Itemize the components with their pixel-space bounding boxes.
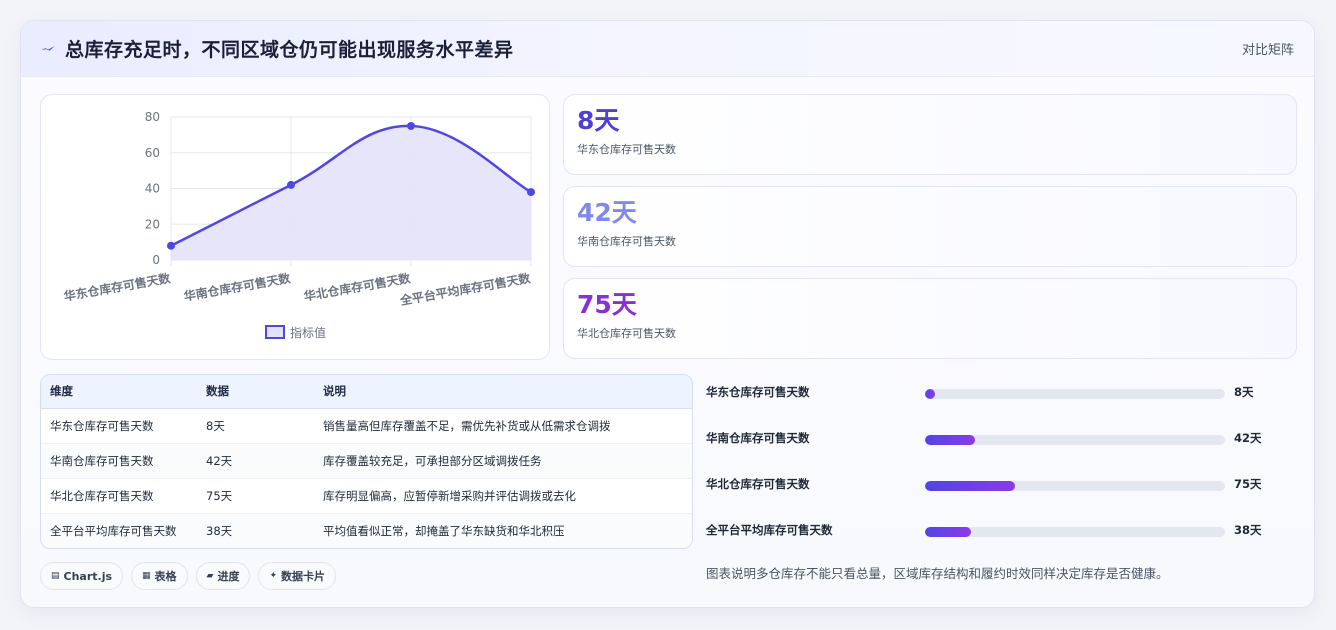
table-cell: 销售量高但库存覆盖不足，需优先补货或从低需求仓调拨 bbox=[314, 408, 692, 444]
progress-fill bbox=[925, 481, 1015, 491]
table-cell: 华东仓库存可售天数 bbox=[41, 408, 197, 444]
progress-bars: 华东仓库存可售天数 8天 华南仓库存可售天数 42天 华北仓库存可售天数 75天… bbox=[706, 380, 1286, 564]
stat-value: 42天 bbox=[577, 198, 637, 227]
y-tick-label: 0 bbox=[152, 253, 160, 267]
sparkle-icon: ✦ bbox=[269, 571, 278, 581]
column-header: 数据 bbox=[197, 375, 314, 409]
tag-table[interactable]: ▦ 表格 bbox=[131, 562, 188, 590]
stat-card-east: 8天 华东仓库存可售天数 bbox=[563, 94, 1297, 175]
data-point bbox=[527, 188, 535, 197]
progress-fill bbox=[925, 527, 971, 537]
progress-row: 全平台平均库存可售天数 38天 bbox=[706, 518, 1286, 564]
card-header: 总库存充足时，不同区域仓仍可能出现服务水平差异 对比矩阵 bbox=[21, 21, 1314, 77]
column-header: 说明 bbox=[314, 375, 692, 409]
card-body: 0 20 40 60 80 华东仓库存可售天数 华南仓库存可售天数 华北仓库存可售天数 全平台平… bbox=[21, 77, 1314, 607]
progress-row: 华东仓库存可售天数 8天 bbox=[706, 380, 1286, 426]
stat-label: 华南仓库存可售天数 bbox=[577, 235, 676, 248]
table-cell: 38天 bbox=[197, 513, 314, 548]
chart-icon: ▤ bbox=[51, 571, 60, 581]
y-tick-label: 80 bbox=[145, 110, 160, 124]
x-tick-label: 全平台平均库存可售天数 bbox=[398, 270, 533, 308]
progress-label: 华南仓库存可售天数 bbox=[706, 431, 810, 445]
progress-value: 42天 bbox=[1234, 431, 1262, 445]
progress-row: 华北仓库存可售天数 75天 bbox=[706, 472, 1286, 518]
table-row: 华南仓库存可售天数 42天 库存覆盖较充足，可承担部分区域调拨任务 bbox=[41, 443, 692, 479]
progress-row: 华南仓库存可售天数 42天 bbox=[706, 426, 1286, 472]
y-tick-label: 60 bbox=[145, 146, 160, 160]
title-wrap: 总库存充足时，不同区域仓仍可能出现服务水平差异 bbox=[41, 35, 514, 62]
table-cell: 全平台平均库存可售天数 bbox=[41, 513, 197, 548]
tech-tags: ▤ Chart.js ▦ 表格 ▰ 进度 ✦ 数据卡片 bbox=[40, 562, 337, 590]
table-cell: 华北仓库存可售天数 bbox=[41, 478, 197, 514]
y-tick-label: 40 bbox=[145, 182, 160, 196]
page-title: 总库存充足时，不同区域仓仍可能出现服务水平差异 bbox=[65, 39, 514, 61]
table-row: 华北仓库存可售天数 75天 库存明显偏高，应暂停新增采购并评估调拨或去化 bbox=[41, 478, 692, 514]
table-cell: 42天 bbox=[197, 443, 314, 479]
progress-label: 华北仓库存可售天数 bbox=[706, 477, 810, 491]
progress-value: 38天 bbox=[1234, 523, 1262, 537]
stat-label: 华东仓库存可售天数 bbox=[577, 143, 676, 156]
legend-swatch bbox=[265, 325, 285, 339]
stat-card-south: 42天 华南仓库存可售天数 bbox=[563, 186, 1297, 267]
tag-progress[interactable]: ▰ 进度 bbox=[195, 562, 251, 590]
line-chart: 0 20 40 60 80 华东仓库存可售天数 华南仓库存可售天数 华北仓库存可售天数全平台平… bbox=[63, 110, 535, 340]
table-icon: ▦ bbox=[142, 571, 151, 581]
progress-track bbox=[925, 389, 1225, 399]
tag-label: 数据卡片 bbox=[281, 570, 326, 583]
table-cell: 平均值看似正常，却掩盖了华东缺货和华北积压 bbox=[314, 513, 692, 548]
stat-value: 75天 bbox=[577, 290, 637, 319]
tag-label: 进度 bbox=[217, 570, 240, 583]
stat-card-north: 75天 华北仓库存可售天数 bbox=[563, 278, 1297, 359]
progress-track bbox=[925, 481, 1225, 491]
column-header: 维度 bbox=[41, 375, 197, 409]
stat-value: 8天 bbox=[577, 106, 620, 135]
progress-icon: ▰ bbox=[206, 571, 214, 581]
bolt-icon bbox=[41, 42, 55, 56]
progress-label: 华东仓库存可售天数 bbox=[706, 385, 810, 399]
x-tick-label: 华东仓库存可售天数 bbox=[63, 270, 173, 304]
tag-label: 表格 bbox=[154, 570, 177, 583]
data-table: 维度 数据 说明 华东仓库存可售天数 8天 销售量高但库存覆盖不足，需优先补货或… bbox=[40, 374, 693, 549]
line-chart-panel: 0 20 40 60 80 华东仓库存可售天数 华南仓库存可售天数 华北仓库存可售天数 全平台平… bbox=[40, 94, 550, 360]
dashboard-card: 总库存充足时，不同区域仓仍可能出现服务水平差异 对比矩阵 0 20 40 60 80 华东… bbox=[20, 20, 1315, 608]
progress-track bbox=[925, 527, 1225, 537]
tag-data-card[interactable]: ✦ 数据卡片 bbox=[258, 562, 337, 590]
y-tick-label: 20 bbox=[145, 217, 160, 231]
data-point bbox=[287, 180, 295, 189]
progress-fill bbox=[925, 389, 935, 399]
table-row: 华东仓库存可售天数 8天 销售量高但库存覆盖不足，需优先补货或从低需求仓调拨 bbox=[41, 408, 692, 444]
legend-label: 指标值 bbox=[290, 325, 326, 340]
table-cell: 华南仓库存可售天数 bbox=[41, 443, 197, 479]
progress-value: 8天 bbox=[1234, 385, 1254, 399]
table-cell: 75天 bbox=[197, 478, 314, 514]
x-tick-label: 华南仓库存可售天数 bbox=[183, 270, 293, 304]
data-point bbox=[167, 241, 175, 250]
stat-label: 华北仓库存可售天数 bbox=[577, 327, 676, 340]
tag-chartjs[interactable]: ▤ Chart.js bbox=[40, 562, 124, 590]
data-point bbox=[407, 121, 415, 130]
progress-label: 全平台平均库存可售天数 bbox=[706, 523, 833, 537]
table-cell: 8天 bbox=[197, 408, 314, 444]
tag-label: Chart.js bbox=[63, 569, 113, 583]
x-tick-label: 华北仓库存可售天数 bbox=[303, 270, 413, 304]
comparison-matrix-label: 对比矩阵 bbox=[1241, 43, 1294, 58]
table-header-row: 维度 数据 说明 bbox=[41, 375, 692, 409]
table-row: 全平台平均库存可售天数 38天 平均值看似正常，却掩盖了华东缺货和华北积压 bbox=[41, 513, 692, 548]
table-cell: 库存覆盖较充足，可承担部分区域调拨任务 bbox=[314, 443, 692, 479]
progress-track bbox=[925, 435, 1225, 445]
progress-value: 75天 bbox=[1234, 477, 1262, 491]
progress-fill bbox=[925, 435, 976, 445]
chart-footnote: 图表说明多仓库存不能只看总量，区域库存结构和履约时效同样决定库存是否健康。 bbox=[706, 566, 1169, 581]
table-cell: 库存明显偏高，应暂停新增采购并评估调拨或去化 bbox=[314, 478, 692, 514]
